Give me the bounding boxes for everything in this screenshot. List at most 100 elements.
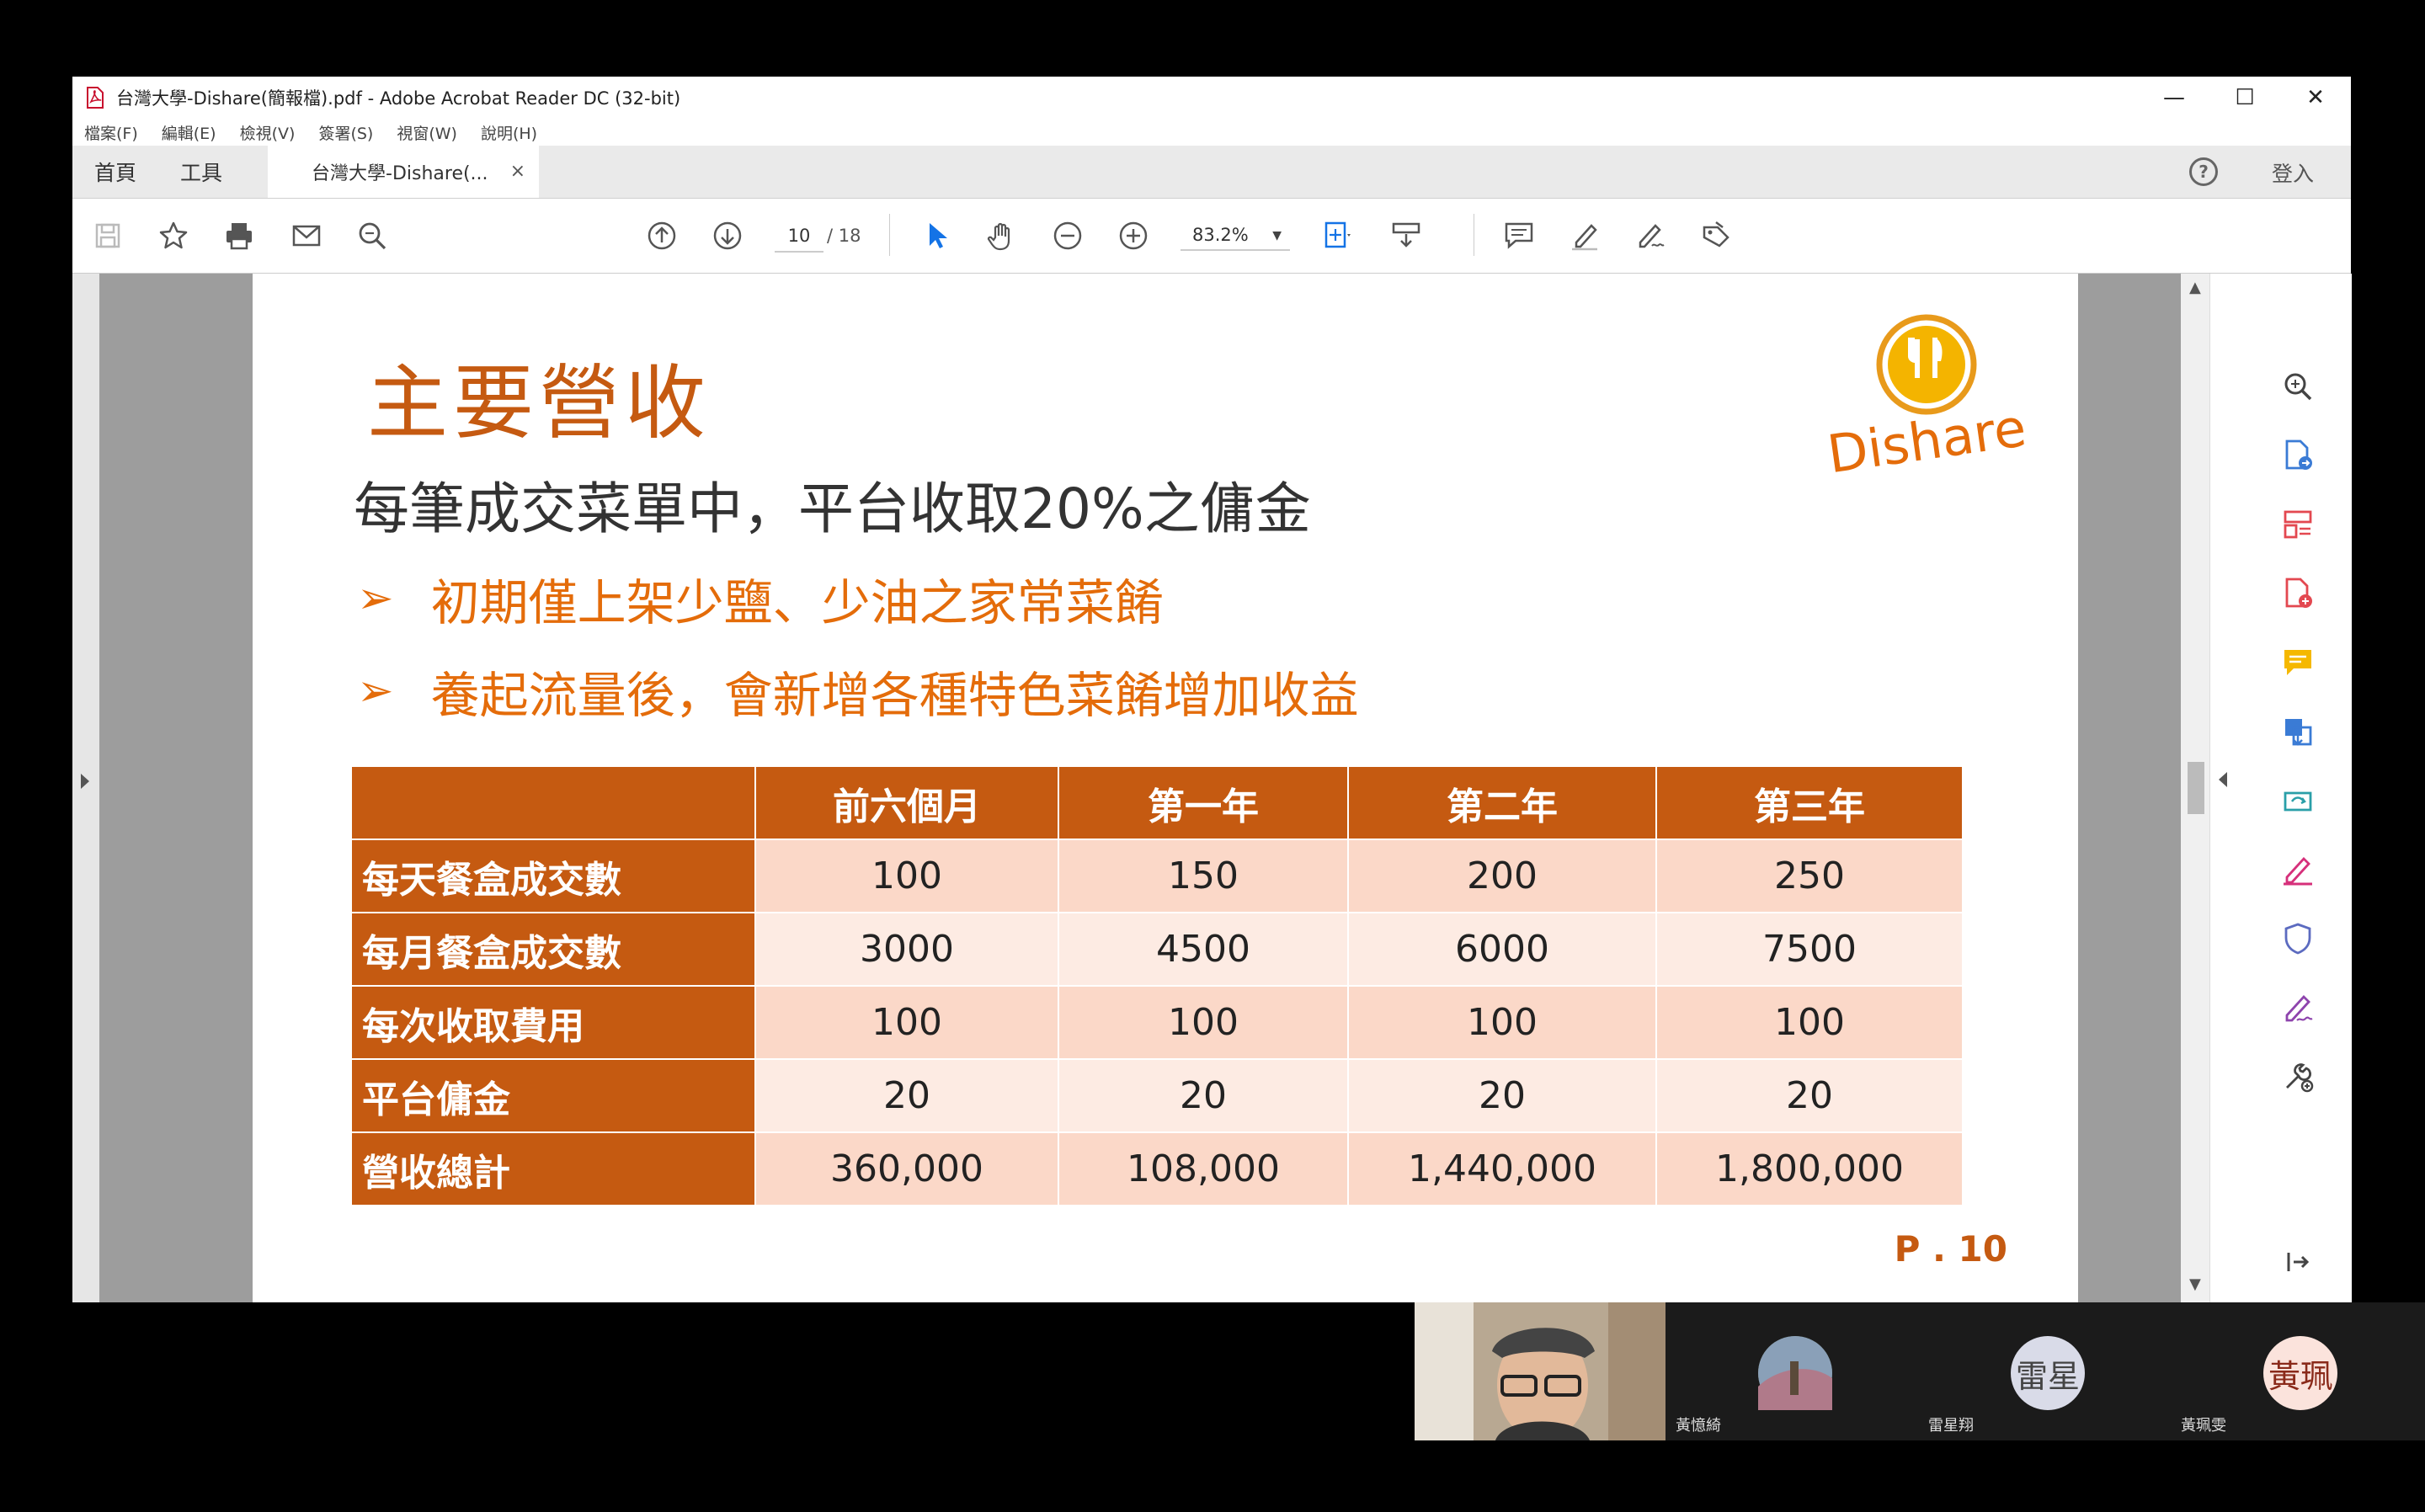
menu-file[interactable]: 檔案(F): [84, 121, 138, 144]
create-pdf-icon[interactable]: [2278, 573, 2318, 614]
participant-avatar-photo: [1758, 1336, 1832, 1410]
row-label: 每次收取費用: [350, 985, 756, 1060]
participant-tile[interactable]: 雷星 雷星翔: [1920, 1302, 2171, 1440]
protect-shield-icon[interactable]: [2278, 918, 2318, 959]
page-number-input[interactable]: 10: [775, 221, 823, 253]
slide-subtitle: 每筆成交菜單中，平台收取20%之傭金: [354, 476, 1311, 541]
more-tools-icon[interactable]: [2278, 1057, 2318, 1097]
sign-pen-icon[interactable]: [2278, 988, 2318, 1028]
participant-tile[interactable]: [1415, 1302, 1666, 1440]
table-cell: 100: [1058, 985, 1349, 1060]
table-cell: 200: [1347, 839, 1657, 913]
row-label: 平台傭金: [350, 1058, 756, 1133]
search-icon[interactable]: [354, 217, 391, 254]
participant-tile[interactable]: 黃珮 黃珮雯: [2172, 1302, 2423, 1440]
email-icon[interactable]: [288, 217, 325, 254]
minimize-button[interactable]: —: [2139, 77, 2209, 119]
table-cell: 250: [1655, 839, 1964, 913]
menu-edit[interactable]: 編輯(E): [162, 121, 216, 144]
title-bar: 台灣大學-Dishare(簡報檔).pdf - Adobe Acrobat Re…: [72, 77, 2351, 119]
table-cell: 7500: [1655, 912, 1964, 987]
table-header-cell: 前六個月: [754, 765, 1059, 840]
participant-avatar: 雷星: [2011, 1336, 2085, 1410]
hand-tool-icon[interactable]: [983, 217, 1021, 254]
table-cell: 4500: [1058, 912, 1349, 987]
table-cell: 20: [1058, 1058, 1349, 1133]
tab-bar: 首頁 工具 台灣大學-Dishare(... × ? 登入: [72, 146, 2351, 199]
share-tag-icon[interactable]: [1698, 217, 1735, 254]
draw-sign-icon[interactable]: [1632, 217, 1669, 254]
zoom-level-select[interactable]: 83.2% ▼: [1181, 221, 1290, 251]
zoom-out-icon[interactable]: [1049, 217, 1086, 254]
find-text-icon[interactable]: [2278, 366, 2318, 407]
maximize-button[interactable]: ☐: [2209, 77, 2280, 119]
export-pdf-icon[interactable]: [2278, 435, 2318, 476]
bullet-text: 初期僅上架少鹽、少油之家常菜餚: [430, 574, 1164, 631]
pdf-page: 主要營收 每筆成交菜單中，平台收取20%之傭金 ➢ 初期僅上架少鹽、少油之家常菜…: [253, 274, 2078, 1302]
row-label: 每月餐盒成交數: [350, 912, 756, 987]
window-title: 台灣大學-Dishare(簡報檔).pdf - Adobe Acrobat Re…: [116, 88, 681, 109]
tab-tools[interactable]: 工具: [180, 146, 222, 198]
scrollbar-thumb[interactable]: [2188, 762, 2204, 814]
highlight-pen-icon[interactable]: [1566, 217, 1603, 254]
comment-icon[interactable]: [1500, 217, 1538, 254]
table-row: 每天餐盒成交數 100 150 200 250: [350, 839, 1964, 913]
table-cell: 20: [754, 1058, 1059, 1133]
table-cell: 3000: [754, 912, 1059, 987]
expand-left-panel-icon: [81, 774, 89, 789]
collapse-pane-icon[interactable]: [2219, 772, 2227, 787]
login-button[interactable]: 登入: [2272, 157, 2314, 188]
collapse-right-pane-icon[interactable]: [2278, 1242, 2318, 1282]
logo-text: Dishare: [1824, 397, 2030, 476]
slide-page-number: P . 10: [1894, 1228, 2007, 1270]
menu-window[interactable]: 視窗(W): [397, 121, 457, 144]
bullet-text: 養起流量後，會新增各種特色菜餚增加收益: [430, 667, 1359, 724]
table-cell: 100: [754, 985, 1059, 1060]
organize-pages-icon[interactable]: [2278, 504, 2318, 545]
tab-home[interactable]: 首頁: [94, 146, 136, 198]
table-cell: 1,800,000: [1655, 1131, 1964, 1206]
toolbar: 10 / 18 83.2% ▼: [72, 199, 2351, 274]
vertical-scrollbar[interactable]: ▲ ▼: [2181, 274, 2209, 1302]
left-panel-toggle[interactable]: [72, 274, 99, 1302]
tab-document-label: 台灣大學-Dishare(...: [312, 163, 488, 184]
help-icon[interactable]: ?: [2189, 157, 2218, 186]
table-cell: 20: [1347, 1058, 1657, 1133]
toolbar-divider: [889, 214, 890, 256]
scroll-mode-icon[interactable]: [1388, 217, 1425, 254]
bookmark-star-icon[interactable]: [155, 217, 192, 254]
menu-sign[interactable]: 簽署(S): [318, 121, 373, 144]
fit-page-icon[interactable]: [1319, 217, 1356, 254]
zoom-level-value: 83.2%: [1192, 225, 1249, 245]
participant-avatar: 黃珮: [2263, 1336, 2337, 1410]
table-cell: 360,000: [754, 1131, 1059, 1206]
menu-view[interactable]: 檢視(V): [240, 121, 296, 144]
zoom-in-icon[interactable]: [1115, 217, 1152, 254]
comment-tool-icon[interactable]: [2278, 642, 2318, 683]
select-cursor-icon[interactable]: [918, 217, 955, 254]
table-header-cell: 第三年: [1655, 765, 1964, 840]
next-page-icon[interactable]: [709, 217, 746, 254]
close-button[interactable]: ✕: [2280, 77, 2351, 119]
row-label: 每天餐盒成交數: [350, 839, 756, 913]
tab-close-icon[interactable]: ×: [510, 161, 525, 182]
table-header-cell: 第二年: [1347, 765, 1657, 840]
acrobat-window: 台灣大學-Dishare(簡報檔).pdf - Adobe Acrobat Re…: [72, 77, 2352, 1302]
fill-sign-icon[interactable]: [2278, 849, 2318, 890]
table-cell: 100: [754, 839, 1059, 913]
print-icon[interactable]: [221, 217, 258, 254]
table-row: 每次收取費用 100 100 100 100: [350, 985, 1964, 1060]
scroll-up-icon[interactable]: ▲: [2189, 279, 2201, 296]
send-for-comments-icon[interactable]: [2278, 780, 2318, 821]
table-cell: 100: [1655, 985, 1964, 1060]
tab-document[interactable]: 台灣大學-Dishare(... ×: [268, 146, 539, 198]
participant-tile[interactable]: 黃憶綺: [1667, 1302, 1918, 1440]
previous-page-icon[interactable]: [643, 217, 680, 254]
save-icon[interactable]: [89, 217, 126, 254]
table-row: 每月餐盒成交數 3000 4500 6000 7500: [350, 912, 1964, 987]
combine-files-icon[interactable]: [2278, 711, 2318, 752]
document-viewport[interactable]: 主要營收 每筆成交菜單中，平台收取20%之傭金 ➢ 初期僅上架少鹽、少油之家常菜…: [99, 274, 2181, 1302]
page-total: / 18: [827, 226, 861, 246]
scroll-down-icon[interactable]: ▼: [2189, 1275, 2201, 1293]
menu-help[interactable]: 說明(H): [481, 121, 537, 144]
